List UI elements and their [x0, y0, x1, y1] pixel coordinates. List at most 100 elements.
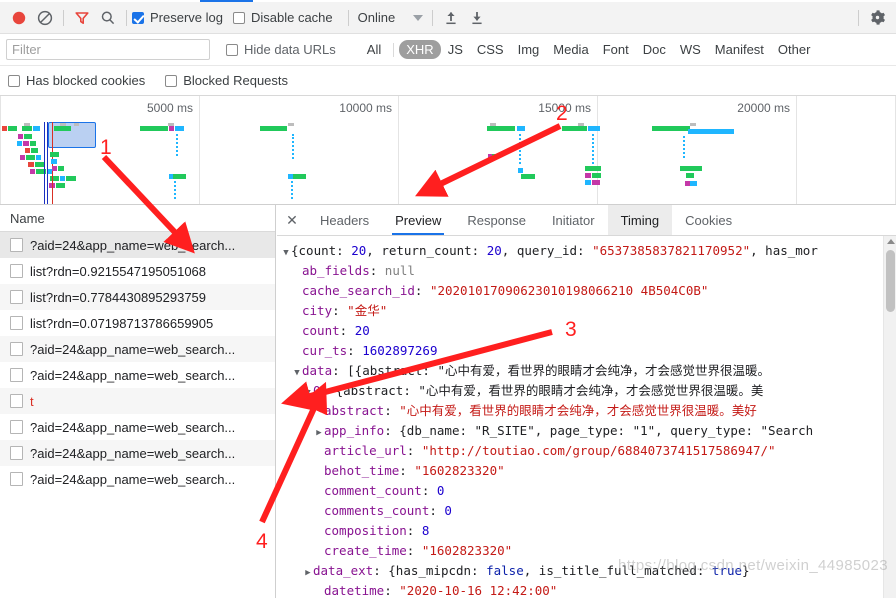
- request-name: ?aid=24&app_name=web_search...: [30, 471, 236, 487]
- json-line[interactable]: abstract: "心中有爱，看世界的眼睛才会纯净，才会感觉世界很温暖。美好: [277, 401, 896, 421]
- file-icon: [10, 394, 23, 408]
- chevron-down-icon[interactable]: [413, 14, 424, 21]
- has-blocked-cookies-checkbox[interactable]: Has blocked cookies: [8, 73, 145, 88]
- chip-img[interactable]: Img: [511, 40, 547, 59]
- funnel-filter-icon[interactable]: [69, 5, 95, 31]
- expand-triangle-right-icon[interactable]: ▶: [314, 423, 324, 441]
- clear-no-entry-icon[interactable]: [32, 5, 58, 31]
- close-x-icon[interactable]: ✕: [277, 205, 307, 235]
- json-line[interactable]: comments_count: 0: [277, 501, 896, 521]
- file-icon: [10, 420, 23, 434]
- has-blocked-cookies-box[interactable]: [8, 74, 20, 87]
- watermark: https://blog.csdn.net/weixin_44985023: [618, 557, 888, 574]
- tab-preview[interactable]: Preview: [382, 205, 454, 235]
- json-token: 0: [436, 483, 445, 498]
- request-name: ?aid=24&app_name=web_search...: [30, 341, 236, 357]
- request-name: ?aid=24&app_name=web_search...: [30, 419, 236, 435]
- expand-triangle-down-icon[interactable]: ▼: [292, 363, 302, 381]
- table-row[interactable]: t: [0, 388, 275, 414]
- chip-font[interactable]: Font: [596, 40, 636, 59]
- json-token: : {has_mipcdn:: [373, 563, 487, 578]
- table-row[interactable]: ?aid=24&app_name=web_search...: [0, 362, 275, 388]
- json-line[interactable]: behot_time: "1602823320": [277, 461, 896, 481]
- table-row[interactable]: ?aid=24&app_name=web_search...: [0, 232, 275, 258]
- table-row[interactable]: ?aid=24&app_name=web_search...: [0, 440, 275, 466]
- preserve-log-checkbox[interactable]: Preserve log: [132, 10, 223, 25]
- search-magnifier-icon[interactable]: [95, 5, 121, 31]
- json-token: null: [384, 263, 415, 278]
- json-line[interactable]: cache_search_id: "2020101709062301019806…: [277, 281, 896, 301]
- json-line[interactable]: ▶ app_info: {db_name: "R_SITE", page_type…: [277, 421, 896, 441]
- file-icon: [10, 472, 23, 486]
- chip-ws[interactable]: WS: [673, 40, 708, 59]
- request-name: list?rdn=0.07198713786659905: [30, 315, 214, 331]
- table-row[interactable]: ?aid=24&app_name=web_search...: [0, 336, 275, 362]
- table-row[interactable]: list?rdn=0.7784430895293759: [0, 284, 275, 310]
- json-line[interactable]: cur_ts: 1602897269: [277, 341, 896, 361]
- chip-manifest[interactable]: Manifest: [708, 40, 771, 59]
- json-token: :: [429, 503, 445, 518]
- json-line[interactable]: article_url: "http://toutiao.com/group/6…: [277, 441, 896, 461]
- json-line[interactable]: composition: 8: [277, 521, 896, 541]
- chip-js[interactable]: JS: [441, 40, 470, 59]
- expand-triangle-down-icon[interactable]: ▼: [303, 383, 313, 401]
- json-line[interactable]: ▼ 0: {abstract: "心中有爱，看世界的眼睛才会纯净，才会感觉世界很温…: [277, 381, 896, 401]
- disable-cache-checkbox[interactable]: Disable cache: [232, 10, 333, 25]
- blocked-requests-box[interactable]: [165, 74, 178, 87]
- chip-other[interactable]: Other: [771, 40, 818, 59]
- network-overview-timeline[interactable]: 5000 ms 10000 ms 15000 ms 20000 ms: [0, 96, 896, 205]
- tab-timing[interactable]: Timing: [607, 205, 673, 235]
- gear-icon[interactable]: [864, 5, 890, 31]
- request-name: ?aid=24&app_name=web_search...: [30, 445, 236, 461]
- table-row[interactable]: ?aid=24&app_name=web_search...: [0, 414, 275, 440]
- table-row[interactable]: list?rdn=0.07198713786659905: [0, 310, 275, 336]
- tab-response[interactable]: Response: [454, 205, 539, 235]
- json-line[interactable]: comment_count: 0: [277, 481, 896, 501]
- preview-scrollbar[interactable]: [883, 236, 896, 598]
- preserve-log-box[interactable]: [132, 11, 144, 24]
- blocked-requests-checkbox[interactable]: Blocked Requests: [165, 73, 288, 88]
- json-line[interactable]: city: "金华": [277, 301, 896, 321]
- chip-all[interactable]: All: [360, 40, 388, 59]
- hide-data-urls-checkbox[interactable]: Hide data URLs: [226, 42, 336, 57]
- scrollbar-thumb[interactable]: [886, 250, 895, 312]
- filter-input[interactable]: [6, 39, 210, 60]
- json-token: ab_fields: [302, 263, 370, 278]
- expand-triangle-down-icon[interactable]: ▼: [281, 243, 291, 261]
- json-line[interactable]: ▼ data: [{abstract: "心中有爱，看世界的眼睛才会纯净，才会感觉…: [277, 361, 896, 381]
- chip-media[interactable]: Media: [546, 40, 595, 59]
- export-down-arrow-icon[interactable]: [464, 5, 490, 31]
- chip-xhr[interactable]: XHR: [399, 40, 441, 59]
- tab-headers[interactable]: Headers: [307, 205, 382, 235]
- json-token: datetime: [324, 583, 385, 598]
- json-token: : [{abstract:: [332, 363, 438, 378]
- tab-cookies[interactable]: Cookies: [672, 205, 745, 235]
- json-preview-viewer[interactable]: ▼ {count: 20, return_count: 20, query_id:…: [277, 236, 896, 598]
- chip-doc[interactable]: Doc: [636, 40, 673, 59]
- tab-initiator[interactable]: Initiator: [539, 205, 608, 235]
- hide-data-urls-box[interactable]: [226, 43, 238, 56]
- toolbar-divider-4: [432, 9, 434, 26]
- json-token: comment_count: [324, 483, 422, 498]
- json-line[interactable]: count: 20: [277, 321, 896, 341]
- json-line[interactable]: ▼ {count: 20, return_count: 20, query_id:…: [277, 241, 896, 261]
- table-row[interactable]: ?aid=24&app_name=web_search...: [0, 466, 275, 492]
- chip-css[interactable]: CSS: [470, 40, 511, 59]
- table-row[interactable]: list?rdn=0.9215547195051068: [0, 258, 275, 284]
- json-line[interactable]: datetime: "2020-10-16 12:42:00": [277, 581, 896, 598]
- json-token: : {db_name:: [384, 423, 475, 438]
- request-name: list?rdn=0.7784430895293759: [30, 289, 207, 305]
- preserve-log-label: Preserve log: [150, 10, 223, 25]
- request-list-header[interactable]: Name: [0, 205, 275, 232]
- json-token: :: [384, 403, 400, 418]
- disable-cache-box[interactable]: [232, 11, 245, 24]
- scroll-up-arrow-icon[interactable]: [887, 239, 895, 244]
- record-circle-icon[interactable]: [6, 5, 32, 31]
- import-up-arrow-icon[interactable]: [438, 5, 464, 31]
- json-token: comments_count: [324, 503, 430, 518]
- json-line[interactable]: ab_fields: null: [277, 261, 896, 281]
- throttling-dropdown[interactable]: Online: [354, 10, 428, 25]
- resource-type-chips: All XHR JS CSS Img Media Font Doc WS Man…: [360, 40, 818, 59]
- expand-triangle-right-icon[interactable]: ▶: [303, 563, 313, 581]
- json-token: 20: [354, 323, 370, 338]
